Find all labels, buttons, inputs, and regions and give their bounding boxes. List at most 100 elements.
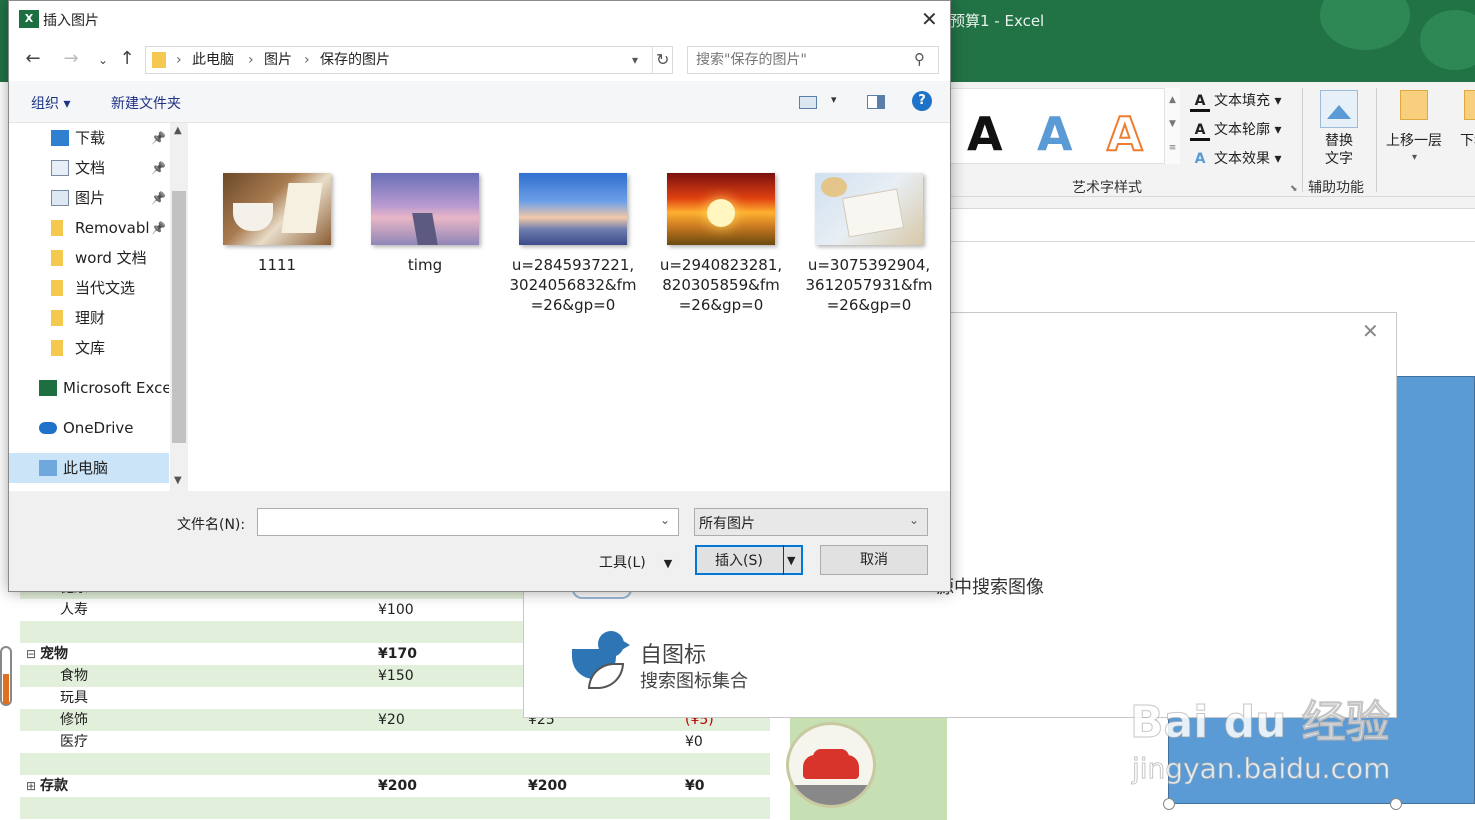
nav-item[interactable]: word 文档 xyxy=(9,243,169,273)
row-label: 存款 xyxy=(40,778,68,794)
organize-button[interactable]: 组织 ▾ xyxy=(31,93,70,113)
search-box[interactable]: ⚲ xyxy=(687,46,939,74)
wordart-style-orange[interactable]: A xyxy=(1106,106,1144,162)
scroll-down-icon[interactable]: ▼ xyxy=(174,475,182,486)
diff-cell: ¥0 xyxy=(685,778,705,794)
forward-arrow-icon[interactable]: → xyxy=(59,48,83,69)
filename-combobox[interactable]: ⌄ xyxy=(257,508,679,536)
car-image[interactable] xyxy=(786,722,876,808)
nav-item[interactable]: 文库 xyxy=(9,333,169,363)
resize-handle[interactable] xyxy=(1390,798,1402,810)
nav-item[interactable]: 当代文选 xyxy=(9,273,169,303)
help-icon[interactable]: ? xyxy=(912,91,932,111)
resize-handle[interactable] xyxy=(1163,798,1175,810)
table-row[interactable]: ⊞ 存款 ¥200 ¥200 ¥0 xyxy=(20,775,770,797)
file-thumbnail xyxy=(519,173,627,245)
file-name: u=2845937221,3024056832&fm=26&gp=0 xyxy=(509,256,637,314)
group-toggle-icon[interactable]: ⊞ xyxy=(26,775,36,797)
view-icon[interactable] xyxy=(799,96,817,109)
tools-menu[interactable]: 工具(L) ▼ xyxy=(599,552,672,572)
recent-locations-chevron-icon[interactable]: ⌄ xyxy=(91,53,115,67)
table-row[interactable] xyxy=(20,797,770,819)
text-effect-button[interactable]: A 文本效果 ▾ xyxy=(1190,148,1282,168)
file-tile[interactable]: 1111 xyxy=(213,173,341,275)
folder-icon xyxy=(51,250,63,266)
icons-subtitle: 搜索图标集合 xyxy=(640,671,748,692)
nav-scrollbar[interactable]: ▲ ▼ xyxy=(170,123,188,491)
chevron-down-icon[interactable]: ⌄ xyxy=(660,513,670,527)
insert-button[interactable]: 插入(S) ▼ xyxy=(695,545,803,575)
folder-icon xyxy=(51,310,63,326)
wordart-style-blue[interactable]: A xyxy=(1037,107,1073,161)
dialog-titlebar[interactable]: X 插入图片 ✕ xyxy=(9,1,950,39)
nav-item[interactable]: 理财 xyxy=(9,303,169,333)
bird-leaf-icon xyxy=(572,631,630,691)
navigation-pane: 下载 📌 文档 📌 图片 📌 Removabl 📌 word 文档 当代文选 理财 文库 Microso… xyxy=(9,123,189,491)
cancel-button[interactable]: 取消 xyxy=(820,545,928,575)
nav-item[interactable]: Microsoft Exce xyxy=(9,373,169,403)
insert-options-chevron-icon[interactable]: ▼ xyxy=(787,547,795,575)
text-fill-icon: A xyxy=(1190,93,1210,112)
folder-icon xyxy=(51,340,63,356)
filetype-select[interactable]: 所有图片 ⌄ xyxy=(694,508,928,536)
pin-icon[interactable]: 📌 xyxy=(151,213,166,243)
group-toggle-icon[interactable]: ⊟ xyxy=(26,643,36,665)
watermark-url: jingyan.baidu.com xyxy=(1131,752,1391,786)
breadcrumb-pictures[interactable]: 图片 xyxy=(264,47,292,73)
alt-text-button[interactable]: 替换 文字 xyxy=(1308,132,1370,168)
search-icon[interactable]: ⚲ xyxy=(914,50,925,68)
budget-cell: ¥150 xyxy=(378,668,414,684)
web-search-label[interactable]: 源中搜索图像 xyxy=(936,573,1044,599)
preview-pane-icon[interactable] xyxy=(867,95,885,109)
close-icon[interactable]: ✕ xyxy=(1362,319,1379,343)
wordart-style-black[interactable]: A xyxy=(967,107,1003,161)
refresh-icon[interactable]: ↻ xyxy=(656,47,669,73)
breadcrumb-saved-pictures[interactable]: 保存的图片 xyxy=(320,47,390,73)
table-row[interactable] xyxy=(20,753,770,775)
file-tile[interactable]: u=3075392904,3612057931&fm=26&gp=0 xyxy=(805,173,933,315)
nav-item[interactable]: 图片 📌 xyxy=(9,183,169,213)
wordart-gallery[interactable]: A A A xyxy=(950,88,1180,164)
icons-title[interactable]: 自图标 xyxy=(640,637,706,669)
bring-forward-button[interactable]: 上移一层 xyxy=(1386,130,1442,150)
nav-item[interactable]: 此电脑 xyxy=(9,453,169,483)
file-thumbnail xyxy=(223,173,331,245)
scrollbar-thumb[interactable] xyxy=(172,191,186,443)
dialog-launcher-icon[interactable]: ⬊ xyxy=(1290,184,1298,194)
address-bar[interactable]: › 此电脑 › 图片 › 保存的图片 ▾ ↻ xyxy=(145,46,673,74)
send-back-button[interactable]: 下移 xyxy=(1460,130,1475,150)
close-icon[interactable]: ✕ xyxy=(921,7,938,31)
gallery-scroll[interactable]: ▲ ▼ ≡ xyxy=(1164,88,1180,164)
sheet-scroll-handle[interactable] xyxy=(0,646,12,706)
budget-cell: ¥100 xyxy=(378,602,414,618)
file-tile[interactable]: timg xyxy=(361,173,489,275)
nav-item[interactable]: 下载 📌 xyxy=(9,123,169,153)
text-fill-button[interactable]: A 文本填充 ▾ xyxy=(1190,90,1281,112)
file-tile[interactable]: u=2940823281,820305859&fm=26&gp=0 xyxy=(657,173,785,315)
assist-group-label: 辅助功能 xyxy=(1308,180,1364,196)
formula-bar[interactable] xyxy=(950,208,1475,242)
nav-item[interactable]: OneDrive xyxy=(9,413,169,443)
scroll-up-icon[interactable]: ▲ xyxy=(174,125,182,136)
bring-forward-icon xyxy=(1400,90,1428,120)
excel-icon xyxy=(39,380,57,396)
text-outline-button[interactable]: A 文本轮廓 ▾ xyxy=(1190,119,1281,141)
dialog-toolbar: 组织 ▾ 新建文件夹 ▾ ? xyxy=(9,81,950,123)
search-input[interactable] xyxy=(696,51,906,69)
new-folder-button[interactable]: 新建文件夹 xyxy=(111,93,181,113)
nav-item[interactable]: 文档 📌 xyxy=(9,153,169,183)
filename-label: 文件名(N): xyxy=(177,517,246,533)
view-chevron-icon[interactable]: ▾ xyxy=(831,93,837,106)
chevron-down-icon[interactable]: ⌄ xyxy=(909,513,919,527)
pin-icon[interactable]: 📌 xyxy=(151,153,166,183)
filename-input[interactable] xyxy=(262,513,642,531)
pin-icon[interactable]: 📌 xyxy=(151,183,166,213)
table-row[interactable]: 医疗 ¥0 xyxy=(20,731,770,753)
file-tile[interactable]: u=2845937221,3024056832&fm=26&gp=0 xyxy=(509,173,637,315)
pin-icon[interactable]: 📌 xyxy=(151,123,166,153)
chevron-down-icon[interactable]: ▾ xyxy=(632,47,638,73)
breadcrumb-this-pc[interactable]: 此电脑 xyxy=(192,47,234,73)
up-arrow-icon[interactable]: ↑ xyxy=(115,48,139,69)
back-arrow-icon[interactable]: ← xyxy=(21,48,45,69)
nav-item[interactable]: Removabl 📌 xyxy=(9,213,169,243)
